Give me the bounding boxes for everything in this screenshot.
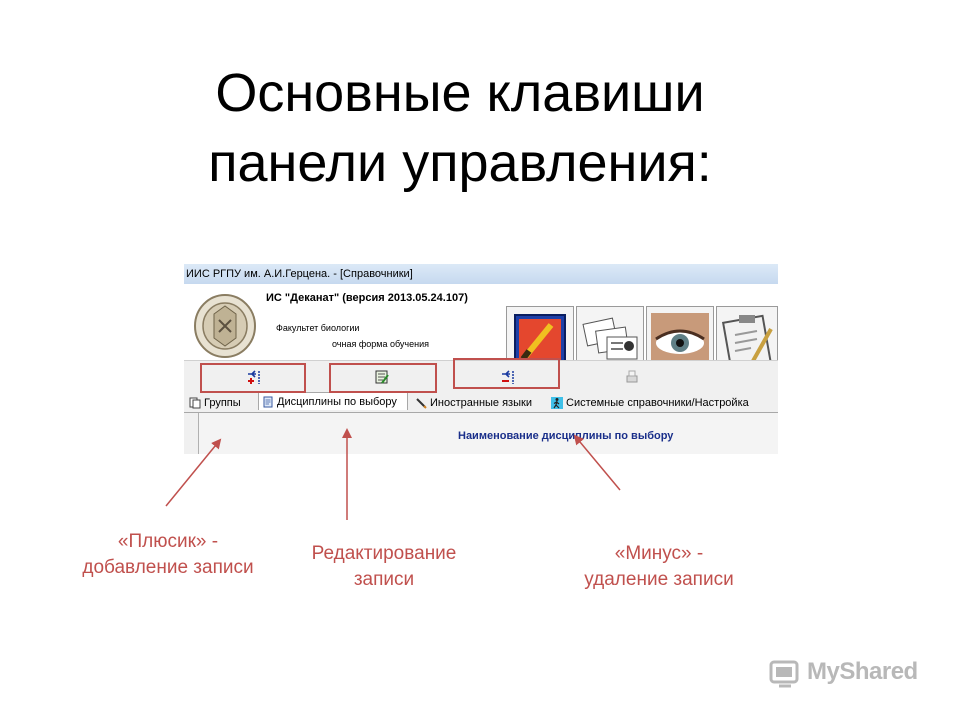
- annotation-arrows: [165, 428, 621, 520]
- caption-add: «Плюсик» - добавление записи: [58, 529, 278, 581]
- caption-add-line-2: добавление записи: [82, 557, 254, 578]
- arrow-to-delete-button: [573, 434, 621, 491]
- caption-delete-line-2: удаление записи: [584, 569, 734, 590]
- caption-edit-line-2: записи: [353, 569, 415, 590]
- myshared-watermark: MyShared: [767, 656, 927, 692]
- caption-add-line-1: «Плюсик» -: [117, 531, 219, 552]
- caption-edit: Редактирование записи: [284, 541, 484, 593]
- myshared-logo-icon: [769, 660, 799, 688]
- caption-delete: «Минус» - удаление записи: [560, 541, 758, 593]
- arrow-to-add-button: [165, 438, 222, 507]
- caption-edit-line-1: Редактирование: [311, 543, 457, 564]
- watermark-text: MyShared: [807, 658, 918, 685]
- caption-delete-line-1: «Минус» -: [614, 543, 704, 564]
